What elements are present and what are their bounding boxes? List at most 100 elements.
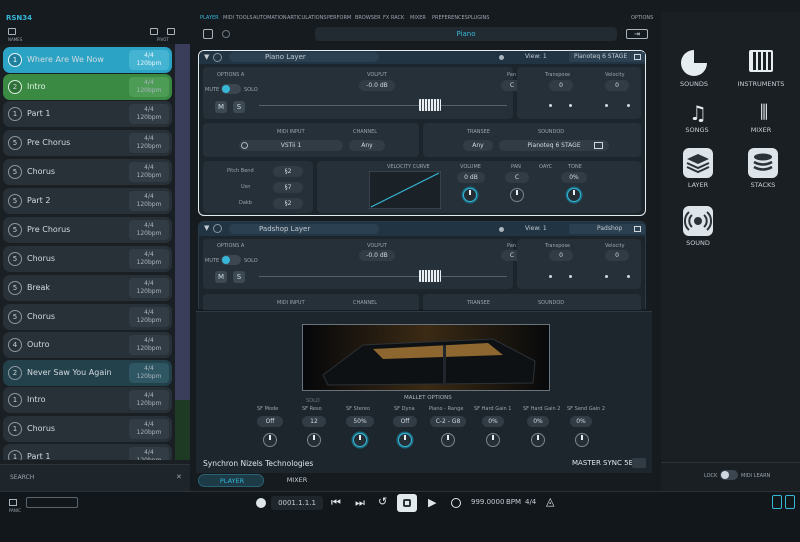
previous-icon[interactable]: ⏮	[331, 496, 341, 510]
layer-icon[interactable]	[683, 148, 713, 178]
transpose-down[interactable]	[549, 275, 552, 278]
sf-stereo-knob[interactable]	[353, 433, 367, 447]
transee-value[interactable]: Any	[463, 140, 493, 151]
preset-next-button[interactable]: ⇥	[626, 29, 648, 39]
velocity-up[interactable]	[627, 104, 630, 107]
sf-dyna-value[interactable]: Off	[393, 416, 417, 427]
sf-hard-gain-1-value[interactable]: 0%	[482, 416, 504, 427]
tab-preferences[interactable]: PREFERENCES	[432, 15, 468, 21]
view-selector[interactable]: View: 1	[525, 225, 547, 232]
tab-player-bottom[interactable]: PLAYER	[198, 474, 264, 487]
tempo-value[interactable]: 999.0000	[471, 498, 504, 506]
play-icon[interactable]: ▶	[428, 496, 436, 509]
sf-mode-knob[interactable]	[263, 433, 277, 447]
piano-range-value[interactable]: C-2 - G8	[430, 416, 466, 427]
controller-3-value[interactable]: §2	[273, 198, 303, 209]
song-item[interactable]: 1 Part 1 4/4120bpm	[3, 101, 172, 127]
stacks-icon[interactable]	[748, 148, 778, 178]
transpose-up[interactable]	[569, 275, 572, 278]
volume-slider[interactable]	[259, 105, 507, 106]
keyboard-icon[interactable]	[632, 458, 646, 468]
channel-value[interactable]: Any	[349, 140, 385, 151]
pan-knob[interactable]	[510, 188, 524, 202]
velocity-value[interactable]: 0	[605, 80, 629, 91]
volume-value[interactable]: -0.0 dB	[359, 80, 395, 91]
sf-reso-knob[interactable]	[307, 433, 321, 447]
time-signature[interactable]: 4/4	[525, 498, 536, 506]
volume-knob-value[interactable]: 0 dB	[457, 172, 485, 183]
song-item[interactable]: 5 Pre Chorus 4/4 120bpm	[3, 217, 172, 243]
transpose-value[interactable]: 0	[549, 250, 573, 261]
velocity-curve-graph[interactable]	[369, 171, 441, 209]
search-bar[interactable]: SEARCH ✕	[0, 464, 190, 491]
sf-stereo-value[interactable]: 50%	[346, 416, 374, 427]
velocity-value[interactable]: 0	[605, 250, 629, 261]
sf-send-gain-2-value[interactable]: 0%	[570, 416, 592, 427]
names-icon[interactable]	[8, 28, 16, 35]
song-item[interactable]: 5 Break 4/4 120bpm	[3, 275, 172, 301]
controller-2-value[interactable]: §7	[273, 182, 303, 193]
layer-name-field[interactable]: Piano Layer	[229, 52, 379, 62]
piano-range-knob[interactable]	[441, 433, 455, 447]
tone-knob[interactable]	[567, 188, 581, 202]
song-item[interactable]: 1 Chorus 4/4 120bpm	[3, 416, 172, 442]
sound-menu-icon[interactable]	[594, 142, 603, 149]
tab-browser[interactable]: BROWSER	[355, 15, 381, 21]
tone-knob-value[interactable]: 0%	[561, 172, 587, 183]
velocity-up[interactable]	[627, 275, 630, 278]
mute-solo-toggle[interactable]	[221, 84, 241, 94]
volume-slider-handle[interactable]	[419, 270, 441, 282]
pan-knob-value[interactable]: C	[505, 172, 529, 183]
record-button[interactable]	[397, 494, 417, 512]
metronome-icon[interactable]: ◬	[546, 495, 554, 508]
velocity-down[interactable]	[605, 104, 608, 107]
song-item[interactable]: 4 Outro 4/4 120bpm	[3, 332, 172, 358]
mute-button[interactable]: M	[215, 271, 227, 283]
sf-dyna-knob[interactable]	[398, 433, 412, 447]
gear-icon[interactable]	[222, 30, 230, 38]
transpose-value[interactable]: 0	[549, 80, 573, 91]
split-view-left-icon[interactable]	[772, 495, 782, 509]
midi-learn-toggle[interactable]	[720, 470, 738, 480]
song-item[interactable]: 5 Part 2 4/4 120bpm	[3, 188, 172, 214]
scrollbar-thumb[interactable]	[175, 400, 190, 460]
volume-slider-handle[interactable]	[419, 99, 441, 111]
instrument-field[interactable]: Pianoteq 6 STAGE	[569, 52, 645, 62]
tab-articulations[interactable]: ARTICULATIONS	[287, 15, 327, 21]
preset-field[interactable]: Piano	[315, 27, 617, 41]
sounds-icon[interactable]	[681, 50, 707, 76]
sf-mode-value[interactable]: Off	[257, 416, 283, 427]
preset-icon[interactable]	[203, 29, 213, 39]
tab-mixer-bottom[interactable]: MIXER	[264, 474, 330, 487]
sf-hard-gain-2-knob[interactable]	[531, 433, 545, 447]
tab-fx-rack[interactable]: FX RACK	[383, 15, 404, 21]
instrument-field[interactable]: Padshop	[569, 224, 645, 234]
view-selector[interactable]: View: 1	[525, 53, 547, 60]
instruments-icon[interactable]	[749, 50, 773, 72]
volume-slider[interactable]	[259, 276, 507, 277]
song-item[interactable]: 2 Intro 4/4 120bpm	[3, 74, 172, 100]
power-icon[interactable]	[213, 224, 222, 233]
song-item[interactable]: 1 Intro 4/4 120bpm	[3, 387, 172, 413]
plugin-window-icon[interactable]	[634, 226, 641, 232]
song-item[interactable]: 1 Where Are We Now 4/4 120bpm	[3, 47, 172, 73]
song-item[interactable]: 1 Part 1 4/4120bpm	[3, 444, 172, 460]
loop-icon[interactable]: ↺	[378, 495, 387, 508]
sf-hard-gain-2-value[interactable]: 0%	[527, 416, 549, 427]
song-item[interactable]: 2 Never Saw You Again 4/4 120bpm	[3, 360, 172, 386]
song-item[interactable]: 5 Chorus 4/4 120bpm	[3, 246, 172, 272]
plugin-window-icon[interactable]	[634, 54, 641, 60]
sound-icon[interactable]	[683, 206, 713, 236]
next-icon[interactable]: ⏭	[355, 496, 365, 510]
clear-search-icon[interactable]: ✕	[176, 473, 182, 481]
pivot-icon[interactable]	[167, 28, 175, 35]
list-icon[interactable]	[150, 28, 158, 35]
split-view-right-icon[interactable]	[785, 495, 795, 509]
stop-icon[interactable]	[451, 498, 461, 508]
collapse-icon[interactable]: ▼	[204, 224, 209, 232]
song-item[interactable]: 5 Chorus 4/4 120bpm	[3, 159, 172, 185]
tab-perform[interactable]: PERFORM	[327, 15, 351, 21]
mute-solo-toggle[interactable]	[221, 255, 241, 265]
panic-icon[interactable]	[9, 499, 17, 506]
tab-plugins[interactable]: PLUGINS	[468, 15, 489, 21]
